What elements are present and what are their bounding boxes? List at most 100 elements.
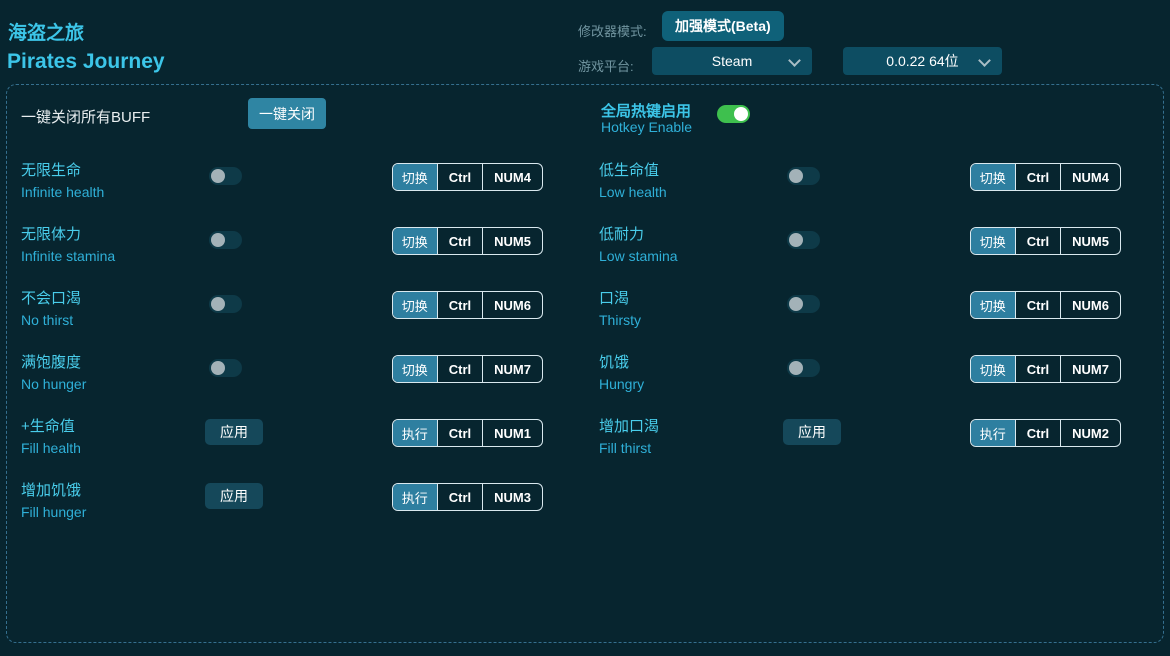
cheat-name-zh: 不会口渴	[21, 290, 82, 307]
hotkey-modifier[interactable]: Ctrl	[1014, 356, 1060, 382]
hotkey-group[interactable]: 切换 Ctrl NUM5	[391, 227, 543, 255]
hotkey-group[interactable]: 切换 Ctrl NUM4	[391, 163, 543, 191]
cheat-toggle[interactable]	[787, 295, 820, 313]
hotkey-key[interactable]: NUM4	[482, 164, 542, 190]
cheat-toggle[interactable]	[209, 167, 242, 185]
hotkey-group[interactable]: 执行 Ctrl NUM3	[391, 483, 543, 511]
hotkey-key[interactable]: NUM7	[1060, 356, 1120, 382]
hotkey-modifier[interactable]: Ctrl	[436, 484, 482, 510]
toggle-knob	[211, 297, 225, 311]
app-title-en: Pirates Journey	[7, 50, 165, 73]
platform-select-value: Steam	[711, 53, 753, 69]
cheat-name-en: Hungry	[599, 376, 645, 392]
cheat-item-low-health: 低生命值 Low health 切换 Ctrl NUM4	[585, 161, 1163, 225]
hotkey-group[interactable]: 切换 Ctrl NUM7	[969, 355, 1121, 383]
cheat-name-en: No hunger	[21, 376, 87, 392]
hotkey-action-button[interactable]: 切换	[392, 292, 437, 318]
hotkey-action-button[interactable]: 切换	[392, 228, 437, 254]
toggle-knob	[211, 233, 225, 247]
cheat-toggle[interactable]	[787, 359, 820, 377]
hotkey-action-button[interactable]: 执行	[392, 420, 437, 446]
hotkey-modifier[interactable]: Ctrl	[436, 164, 482, 190]
toggle-knob	[789, 169, 803, 183]
cheat-row: 不会口渴 No thirst 切换 Ctrl NUM6 口渴 Thirsty 切…	[7, 289, 1163, 353]
cheat-name-en: Infinite stamina	[21, 248, 116, 264]
hotkey-modifier[interactable]: Ctrl	[1014, 420, 1060, 446]
cheat-name-en: Fill health	[21, 440, 81, 456]
apply-button[interactable]: 应用	[205, 419, 263, 445]
hotkey-group[interactable]: 切换 Ctrl NUM4	[969, 163, 1121, 191]
cheat-toggle[interactable]	[787, 167, 820, 185]
close-all-button[interactable]: 一键关闭	[248, 98, 326, 129]
cheat-name-en: Low health	[599, 184, 667, 200]
cheat-item-no-hunger: 满饱腹度 No hunger 切换 Ctrl NUM7	[7, 353, 585, 417]
hotkey-modifier[interactable]: Ctrl	[436, 420, 482, 446]
hotkey-modifier[interactable]: Ctrl	[436, 228, 482, 254]
mode-label: 修改器模式:	[578, 24, 647, 39]
hotkey-key[interactable]: NUM6	[482, 292, 542, 318]
hotkey-group[interactable]: 执行 Ctrl NUM1	[391, 419, 543, 447]
hotkey-action-button[interactable]: 切换	[970, 228, 1015, 254]
cheat-row: 无限体力 Infinite stamina 切换 Ctrl NUM5 低耐力 L…	[7, 225, 1163, 289]
trainer-window: 海盗之旅 Pirates Journey 修改器模式: 加强模式(Beta) 游…	[0, 0, 1170, 656]
apply-button[interactable]: 应用	[205, 483, 263, 509]
chevron-down-icon	[788, 54, 801, 67]
hotkey-modifier[interactable]: Ctrl	[1014, 228, 1060, 254]
hotkey-key[interactable]: NUM5	[1060, 228, 1120, 254]
cheats-panel: 一键关闭所有BUFF 一键关闭 全局热键启用 Hotkey Enable 无限生…	[6, 84, 1164, 643]
hotkey-action-button[interactable]: 切换	[392, 164, 437, 190]
hotkey-action-button[interactable]: 切换	[970, 292, 1015, 318]
apply-button[interactable]: 应用	[783, 419, 841, 445]
toggle-knob	[789, 233, 803, 247]
version-select[interactable]: 0.0.22 64位	[843, 47, 1002, 75]
hotkey-group[interactable]: 切换 Ctrl NUM6	[969, 291, 1121, 319]
toggle-knob	[789, 297, 803, 311]
hotkey-action-button[interactable]: 切换	[392, 356, 437, 382]
cheat-item-fill-health: +生命值 Fill health 应用 执行 Ctrl NUM1	[7, 417, 585, 481]
cheat-name-zh: 低生命值	[599, 162, 660, 179]
hotkey-enable-label-en: Hotkey Enable	[601, 119, 693, 135]
hotkey-key[interactable]: NUM7	[482, 356, 542, 382]
hotkey-key[interactable]: NUM6	[1060, 292, 1120, 318]
hotkey-group[interactable]: 切换 Ctrl NUM7	[391, 355, 543, 383]
cheat-rows: 无限生命 Infinite health 切换 Ctrl NUM4 低生命值 L…	[7, 161, 1163, 545]
mode-button[interactable]: 加强模式(Beta)	[662, 11, 784, 41]
hotkey-key[interactable]: NUM1	[482, 420, 542, 446]
cheat-name-en: Thirsty	[599, 312, 641, 328]
cheat-item-infinite-stamina: 无限体力 Infinite stamina 切换 Ctrl NUM5	[7, 225, 585, 289]
cheat-toggle[interactable]	[209, 295, 242, 313]
cheat-toggle[interactable]	[787, 231, 820, 249]
hotkey-key[interactable]: NUM5	[482, 228, 542, 254]
toggle-knob	[734, 107, 748, 121]
hotkey-action-button[interactable]: 执行	[970, 420, 1015, 446]
close-all-label: 一键关闭所有BUFF	[21, 109, 151, 126]
hotkey-enable-toggle[interactable]	[717, 105, 750, 123]
hotkey-key[interactable]: NUM2	[1060, 420, 1120, 446]
hotkey-modifier[interactable]: Ctrl	[436, 292, 482, 318]
hotkey-modifier[interactable]: Ctrl	[1014, 164, 1060, 190]
platform-select[interactable]: Steam	[652, 47, 812, 75]
cheat-name-zh: 无限体力	[21, 226, 82, 243]
cheat-toggle[interactable]	[209, 359, 242, 377]
cheat-name-en: Low stamina	[599, 248, 678, 264]
hotkey-key[interactable]: NUM4	[1060, 164, 1120, 190]
toggle-knob	[211, 169, 225, 183]
hotkey-action-button[interactable]: 执行	[392, 484, 437, 510]
cheat-item-fill-thirst: 增加口渴 Fill thirst 应用 执行 Ctrl NUM2	[585, 417, 1163, 481]
hotkey-enable-label-zh: 全局热键启用	[601, 103, 692, 120]
hotkey-group[interactable]: 切换 Ctrl NUM6	[391, 291, 543, 319]
hotkey-group[interactable]: 执行 Ctrl NUM2	[969, 419, 1121, 447]
empty-cell	[585, 481, 1163, 545]
hotkey-modifier[interactable]: Ctrl	[436, 356, 482, 382]
cheat-toggle[interactable]	[209, 231, 242, 249]
cheat-item-low-stamina: 低耐力 Low stamina 切换 Ctrl NUM5	[585, 225, 1163, 289]
cheat-item-infinite-health: 无限生命 Infinite health 切换 Ctrl NUM4	[7, 161, 585, 225]
hotkey-modifier[interactable]: Ctrl	[1014, 292, 1060, 318]
cheat-name-en: Infinite health	[21, 184, 105, 200]
hotkey-action-button[interactable]: 切换	[970, 164, 1015, 190]
chevron-down-icon	[978, 54, 991, 67]
hotkey-action-button[interactable]: 切换	[970, 356, 1015, 382]
hotkey-group[interactable]: 切换 Ctrl NUM5	[969, 227, 1121, 255]
cheat-row: +生命值 Fill health 应用 执行 Ctrl NUM1 增加口渴 Fi…	[7, 417, 1163, 481]
hotkey-key[interactable]: NUM3	[482, 484, 542, 510]
